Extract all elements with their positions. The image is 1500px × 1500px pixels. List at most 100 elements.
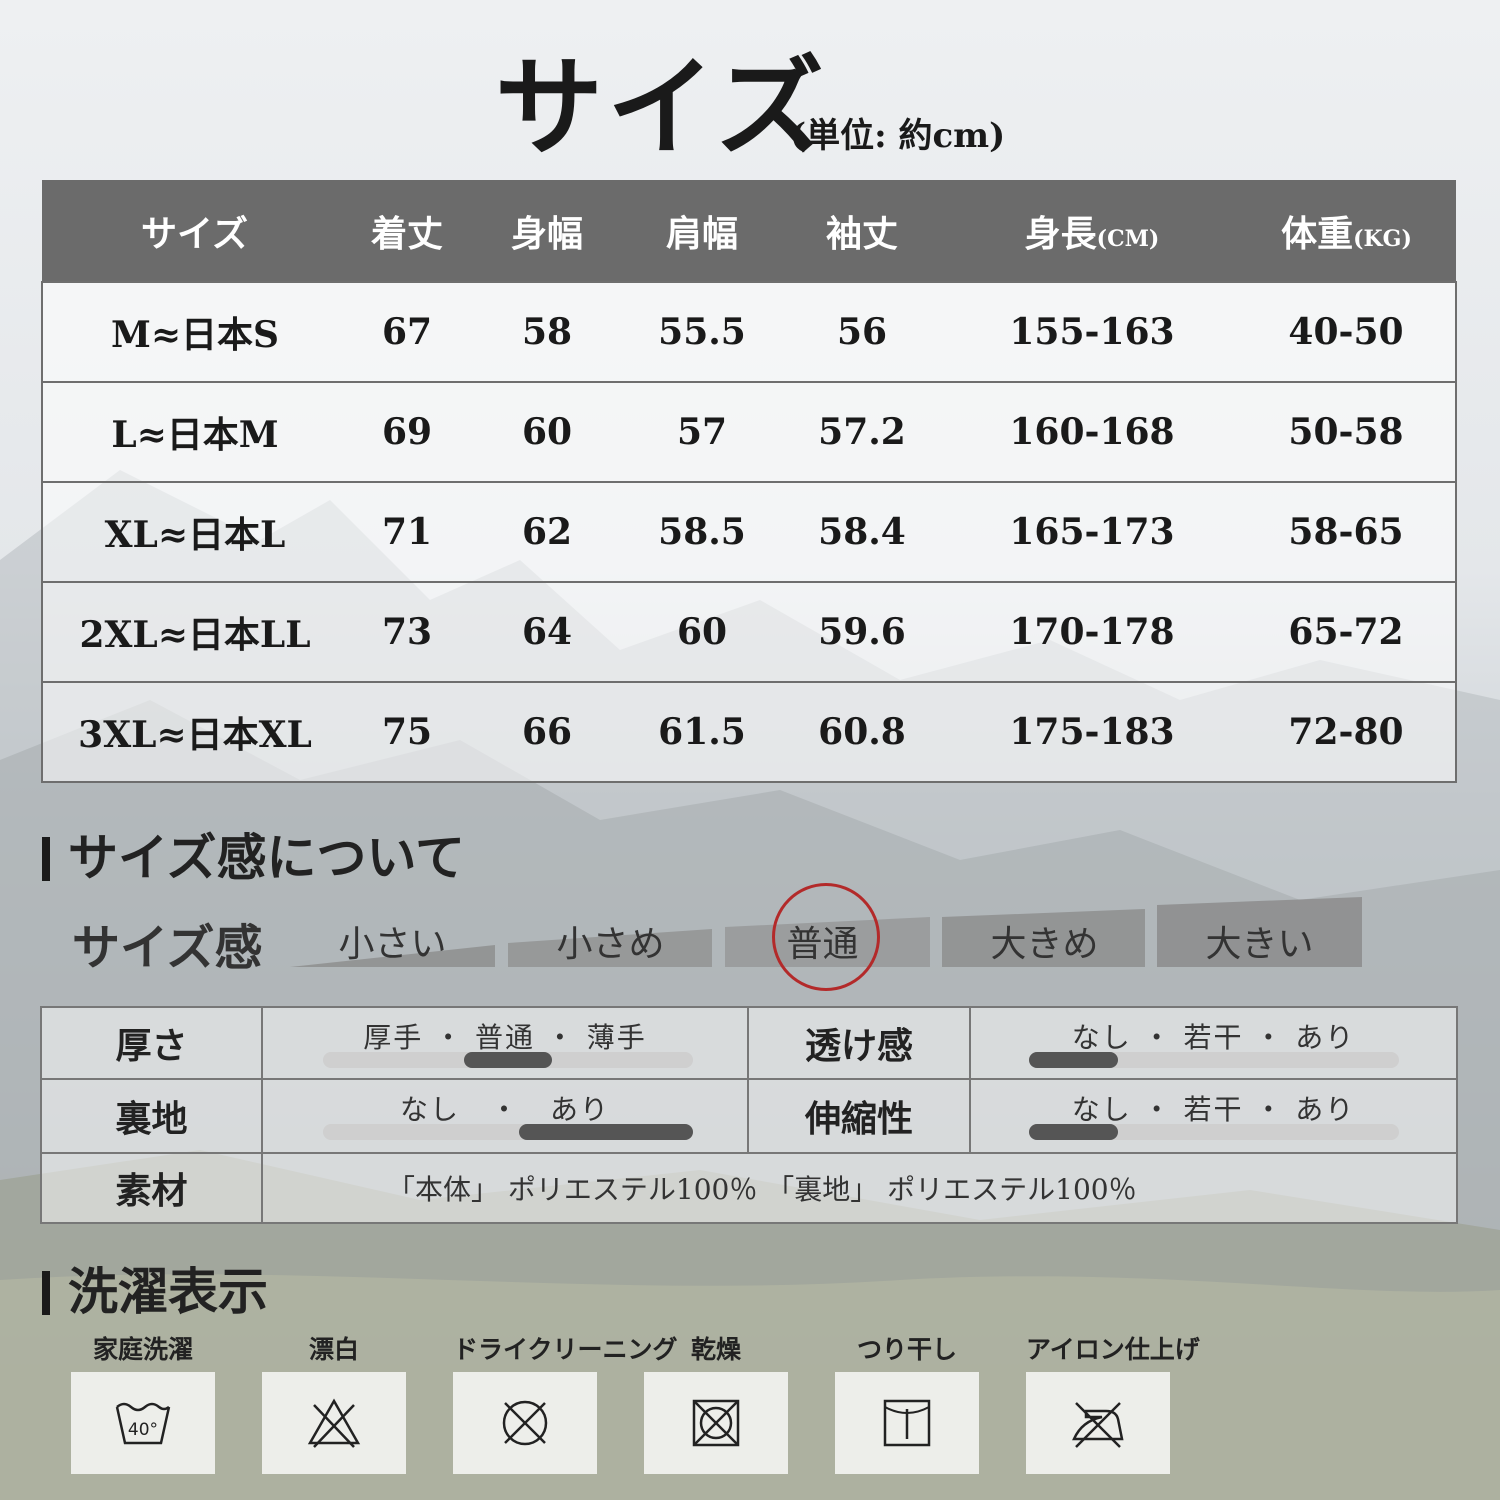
- cell-height: 175-183: [1009, 711, 1175, 753]
- cell-shoulder: 55.5: [658, 311, 746, 353]
- stretch-options: なし ・ 若干 ・ あり: [1071, 1093, 1356, 1126]
- lining-cell: なし ・ あり: [261, 1078, 749, 1154]
- cell-sleeve: 56: [836, 311, 888, 353]
- table-row: L≈日本M 69 60 57 57.2 160-168 50-58: [42, 382, 1456, 482]
- care-name: 漂白: [308, 1335, 359, 1364]
- header-size: サイズ: [141, 212, 248, 255]
- lining-options: なし ・ あり: [399, 1093, 610, 1126]
- unit-note: (単位: 約cm): [790, 116, 1006, 156]
- fit-option-slightly-large: 大きめ: [990, 924, 1099, 965]
- stretch-cell: なし ・ 若干 ・ あり: [969, 1078, 1458, 1154]
- cell-length: 75: [381, 711, 433, 753]
- cell-height: 155-163: [1009, 311, 1175, 353]
- cell-size: L≈日本M: [111, 414, 279, 456]
- care-item-bleach: 漂白: [262, 1330, 406, 1474]
- attr-row-material: 素材 「本体」 ポリエステル100％ 「裏地」 ポリエステル100％: [40, 1152, 1458, 1224]
- cell-weight: 58-65: [1288, 511, 1404, 553]
- heading-bar: [42, 1271, 50, 1315]
- care-item-wash: 家庭洗濯 40°: [71, 1330, 215, 1474]
- stretch-fill: [1029, 1124, 1118, 1140]
- thickness-cell: 厚手 ・ 普通 ・ 薄手: [261, 1006, 749, 1080]
- header-shoulder: 肩幅: [665, 212, 738, 255]
- cell-height: 165-173: [1009, 511, 1175, 553]
- cell-length: 71: [381, 511, 433, 553]
- cell-weight: 40-50: [1288, 311, 1404, 353]
- attr-row-thickness: 厚さ 厚手 ・ 普通 ・ 薄手 透け感 なし ・ 若干 ・ あり: [40, 1006, 1458, 1080]
- cell-size: 2XL≈日本LL: [79, 614, 311, 656]
- cell-weight: 65-72: [1288, 611, 1404, 653]
- cell-height: 160-168: [1009, 411, 1175, 453]
- wash-40-icon: 40°: [115, 1402, 171, 1445]
- cell-size: 3XL≈日本XL: [78, 714, 312, 756]
- selected-fit-circle: [772, 883, 880, 991]
- care-item-dry-clean: ドライクリーニング: [453, 1330, 678, 1474]
- header-sleeve: 袖丈: [825, 212, 898, 255]
- cell-width: 58: [521, 311, 573, 353]
- stretch-label: 伸縮性: [747, 1078, 971, 1154]
- care-icons: 家庭洗濯 40° 漂白 ドライクリーニング 乾燥 つり干し アイロン仕上げ: [71, 1330, 1211, 1480]
- cell-length: 67: [381, 311, 433, 353]
- cell-width: 62: [521, 511, 573, 553]
- header-length: 着丈: [370, 212, 443, 255]
- size-table: サイズ 着丈 身幅 肩幅 袖丈 身長(CM) 体重(KG) M≈日本S 67 5…: [41, 180, 1457, 783]
- care-name: アイロン仕上げ: [1026, 1335, 1200, 1364]
- care-name: ドライクリーニング: [453, 1335, 678, 1364]
- header-weight: 体重(KG): [1281, 212, 1412, 255]
- table-row: M≈日本S 67 58 55.5 56 155-163 40-50: [42, 282, 1456, 382]
- cell-height: 170-178: [1009, 611, 1175, 653]
- cell-shoulder: 58.5: [658, 511, 746, 553]
- cell-sleeve: 57.2: [818, 411, 906, 453]
- cell-length: 73: [381, 611, 433, 653]
- cell-sleeve: 58.4: [818, 511, 906, 553]
- thickness-options: 厚手 ・ 普通 ・ 薄手: [363, 1021, 647, 1054]
- cell-shoulder: 57: [676, 411, 728, 453]
- stretch-track: [1029, 1124, 1399, 1140]
- cell-shoulder: 60: [676, 611, 728, 653]
- transparency-options: なし ・ 若干 ・ あり: [1071, 1021, 1356, 1054]
- page-title: サイズ: [495, 45, 828, 171]
- care-item-iron: アイロン仕上げ: [1026, 1330, 1200, 1474]
- cell-weight: 72-80: [1288, 711, 1404, 753]
- cell-shoulder: 61.5: [658, 711, 746, 753]
- cell-weight: 50-58: [1288, 411, 1404, 453]
- header-width: 身幅: [510, 212, 583, 255]
- care-item-tumble-dry: 乾燥: [644, 1330, 788, 1474]
- fit-section-heading: サイズ感について: [42, 818, 465, 890]
- fit-scale: 小さい 小さめ 普通 大きめ 大きい: [290, 883, 1370, 991]
- lining-fill: [519, 1124, 693, 1140]
- table-row: XL≈日本L 71 62 58.5 58.4 165-173 58-65: [42, 482, 1456, 582]
- no-bleach-icon: [307, 1398, 361, 1448]
- care-section-heading: 洗濯表示: [42, 1252, 268, 1324]
- table-row: 2XL≈日本LL 73 64 60 59.6 170-178 65-72: [42, 582, 1456, 682]
- no-iron-icon: [1072, 1402, 1124, 1448]
- transparency-cell: なし ・ 若干 ・ あり: [969, 1006, 1458, 1080]
- table-row: 3XL≈日本XL 75 66 61.5 60.8 175-183 72-80: [42, 682, 1456, 782]
- cell-width: 64: [521, 611, 573, 653]
- care-item-line-dry: つり干し: [835, 1330, 979, 1474]
- attr-row-lining: 裏地 なし ・ あり 伸縮性 なし ・ 若干 ・ あり: [40, 1078, 1458, 1154]
- care-name: つり干し: [856, 1335, 957, 1364]
- care-name: 乾燥: [690, 1335, 741, 1364]
- line-dry-icon: [883, 1399, 931, 1447]
- fit-label: サイズ感: [72, 920, 263, 976]
- fit-option-slightly-small: 小さめ: [556, 924, 665, 965]
- cell-sleeve: 60.8: [818, 711, 906, 753]
- fit-option-small: 小さい: [338, 924, 447, 965]
- cell-width: 60: [521, 411, 573, 453]
- lining-label: 裏地: [40, 1078, 263, 1154]
- thickness-label: 厚さ: [40, 1006, 263, 1080]
- no-tumble-dry-icon: [692, 1399, 740, 1447]
- wash-temp: 40°: [128, 1420, 158, 1440]
- cell-sleeve: 59.6: [818, 611, 906, 653]
- cell-width: 66: [521, 711, 573, 753]
- attributes-table: 厚さ 厚手 ・ 普通 ・ 薄手 透け感 なし ・ 若干 ・ あり 裏地 なし ・…: [40, 1006, 1458, 1224]
- transparency-label: 透け感: [747, 1006, 971, 1080]
- cell-size: M≈日本S: [110, 314, 279, 356]
- cell-length: 69: [381, 411, 433, 453]
- heading-bar: [42, 837, 50, 881]
- material-value: 「本体」 ポリエステル100％ 「裏地」 ポリエステル100％: [261, 1152, 1458, 1224]
- transparency-track: [1029, 1052, 1399, 1068]
- thickness-track: [323, 1052, 693, 1068]
- no-dry-clean-icon: [502, 1400, 548, 1446]
- thickness-fill: [463, 1052, 553, 1068]
